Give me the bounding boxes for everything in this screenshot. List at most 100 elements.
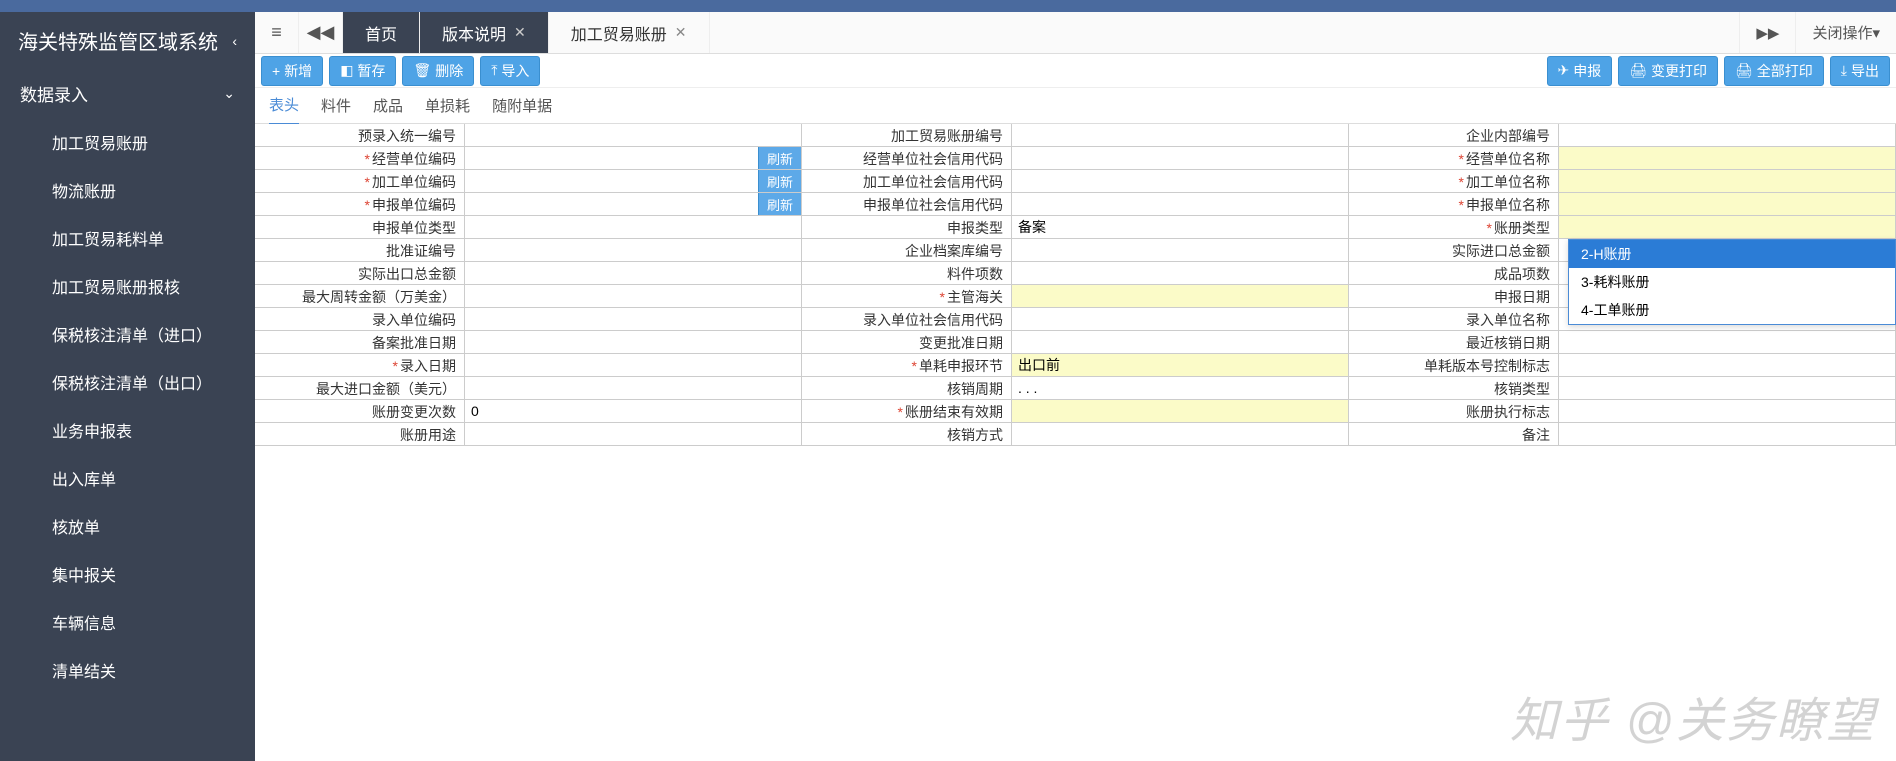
field-label: 核销周期	[801, 376, 1012, 400]
dropdown-option[interactable]: 3-耗料账册	[1569, 268, 1895, 296]
close-icon[interactable]: ✕	[675, 24, 687, 41]
field-label: 经营单位社会信用代码	[801, 146, 1012, 170]
input[interactable]	[1012, 285, 1348, 307]
input[interactable]	[465, 239, 801, 261]
field-input	[464, 399, 802, 423]
print-all-button[interactable]: 🖨全部打印	[1724, 56, 1824, 86]
input[interactable]	[1559, 354, 1895, 376]
input[interactable]	[1012, 147, 1348, 169]
field-label: 预录入统一编号	[255, 124, 465, 147]
save-button[interactable]: ◧暂存	[329, 56, 396, 86]
input[interactable]	[465, 377, 801, 399]
refresh-button[interactable]: 刷新	[758, 193, 801, 215]
input[interactable]	[1012, 262, 1348, 284]
input[interactable]	[465, 124, 801, 146]
sidebar-item-2[interactable]: 加工贸易耗料单	[0, 214, 255, 262]
delete-button[interactable]: 🗑删除	[402, 56, 474, 86]
subtab-0[interactable]: 表头	[269, 86, 299, 125]
refresh-button[interactable]: 刷新	[758, 147, 801, 169]
print-change-button[interactable]: 🖨变更打印	[1618, 56, 1718, 86]
sidebar-item-0[interactable]: 加工贸易账册	[0, 118, 255, 166]
input[interactable]	[465, 331, 801, 353]
input[interactable]	[1559, 170, 1895, 192]
input[interactable]	[465, 400, 801, 422]
account-type-dropdown[interactable]: 2-H账册3-耗料账册4-工单账册	[1568, 239, 1896, 325]
field-label: 实际出口总金额	[255, 261, 465, 285]
toolbar: +新增 ◧暂存 🗑删除 ⤒导入 ✈申报 🖨变更打印 🖨全部打印 ⤓导出	[255, 54, 1896, 88]
collapse-sidebar-icon[interactable]: ‹	[232, 33, 237, 49]
input[interactable]	[465, 423, 801, 445]
field-label: *加工单位编码	[255, 169, 465, 193]
close-icon[interactable]: ✕	[514, 24, 526, 41]
input[interactable]	[1559, 377, 1895, 399]
input[interactable]	[465, 285, 801, 307]
sidebar-item-9[interactable]: 集中报关	[0, 550, 255, 598]
export-button[interactable]: ⤓导出	[1830, 56, 1890, 86]
subtab-3[interactable]: 单损耗	[425, 87, 470, 124]
sidebar-item-1[interactable]: 物流账册	[0, 166, 255, 214]
dropdown-option[interactable]: 4-工单账册	[1569, 296, 1895, 324]
sidebar-item-6[interactable]: 业务申报表	[0, 406, 255, 454]
input[interactable]	[1012, 377, 1348, 399]
input[interactable]	[1559, 193, 1895, 215]
input[interactable]	[1012, 239, 1348, 261]
refresh-button[interactable]: 刷新	[758, 170, 801, 192]
subtab-1[interactable]: 料件	[321, 87, 351, 124]
input[interactable]	[465, 193, 758, 215]
input[interactable]	[1559, 400, 1895, 422]
input[interactable]	[465, 262, 801, 284]
sidebar-item-7[interactable]: 出入库单	[0, 454, 255, 502]
subtab-2[interactable]: 成品	[373, 87, 403, 124]
tab-current-label: 加工贸易账册	[571, 21, 667, 45]
field-input	[1558, 330, 1896, 354]
sidebar-item-8[interactable]: 核放单	[0, 502, 255, 550]
field-input	[464, 422, 802, 446]
input[interactable]	[465, 308, 801, 330]
input[interactable]	[465, 354, 801, 376]
input[interactable]	[1559, 147, 1895, 169]
tab-home[interactable]: 首页	[343, 12, 420, 53]
sidebar-item-4[interactable]: 保税核注清单（进口）	[0, 310, 255, 358]
input[interactable]	[1559, 331, 1895, 353]
input[interactable]	[1012, 124, 1348, 146]
tab-scroll-left-icon[interactable]: ◀◀	[299, 12, 343, 53]
tab-version-label: 版本说明	[442, 21, 506, 45]
declare-button[interactable]: ✈申报	[1547, 56, 1613, 86]
input[interactable]	[1012, 216, 1348, 238]
tab-scroll-right-icon[interactable]: ▶▶	[1739, 12, 1795, 53]
field-input	[464, 215, 802, 239]
menu-icon[interactable]: ≡	[255, 12, 299, 53]
sidebar-item-11[interactable]: 清单结关	[0, 646, 255, 694]
print-icon: 🖨	[1735, 62, 1753, 79]
sidebar-section-data-entry[interactable]: 数据录入 ⌄	[0, 69, 255, 118]
sidebar-item-5[interactable]: 保税核注清单（出口）	[0, 358, 255, 406]
input[interactable]	[465, 147, 758, 169]
field-label: 料件项数	[801, 261, 1012, 285]
dropdown-option[interactable]: 2-H账册	[1569, 240, 1895, 268]
field-label: 录入单位名称	[1348, 307, 1559, 331]
import-button[interactable]: ⤒导入	[480, 56, 540, 86]
input[interactable]	[465, 170, 758, 192]
input[interactable]	[1012, 331, 1348, 353]
input[interactable]	[1012, 308, 1348, 330]
input[interactable]	[1012, 354, 1348, 376]
input[interactable]	[1012, 423, 1348, 445]
field-input	[1011, 307, 1349, 331]
input[interactable]	[1012, 193, 1348, 215]
print-icon: 🖨	[1629, 62, 1647, 79]
field-label: 账册执行标志	[1348, 399, 1559, 423]
input[interactable]	[1012, 400, 1348, 422]
input[interactable]	[1012, 170, 1348, 192]
sidebar-item-10[interactable]: 车辆信息	[0, 598, 255, 646]
input[interactable]	[465, 216, 801, 238]
tab-current[interactable]: 加工贸易账册 ✕	[549, 12, 710, 53]
input[interactable]	[1559, 423, 1895, 445]
field-input	[1011, 399, 1349, 423]
input[interactable]	[1559, 124, 1895, 146]
input[interactable]	[1559, 216, 1895, 238]
subtab-4[interactable]: 随附单据	[492, 87, 552, 124]
close-operations-menu[interactable]: 关闭操作 ▾	[1795, 12, 1896, 53]
add-button[interactable]: +新增	[261, 56, 323, 86]
tab-version[interactable]: 版本说明 ✕	[420, 12, 549, 53]
sidebar-item-3[interactable]: 加工贸易账册报核	[0, 262, 255, 310]
